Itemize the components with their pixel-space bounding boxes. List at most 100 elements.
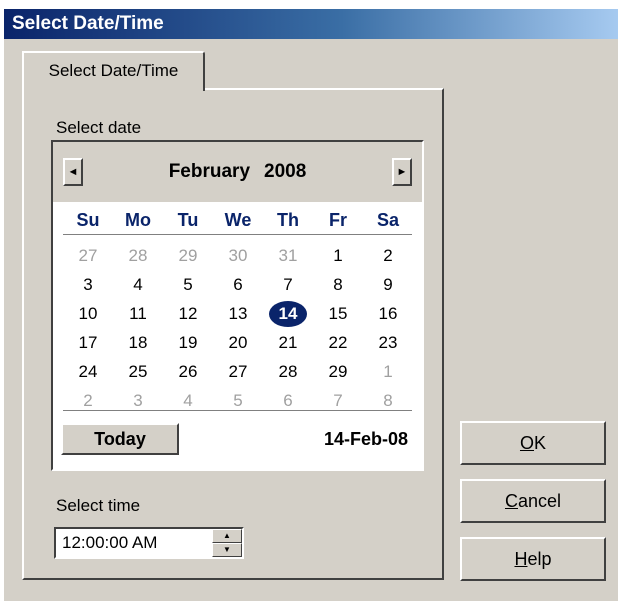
calendar-day[interactable]: 3: [113, 387, 163, 415]
day-number: 29: [328, 362, 348, 381]
cancel-mnemonic: C: [504, 491, 518, 511]
calendar-day[interactable]: 6: [213, 271, 263, 299]
calendar-day[interactable]: 1: [313, 242, 363, 270]
day-number: 9: [383, 275, 393, 294]
day-number: 17: [78, 333, 98, 352]
calendar-day[interactable]: 9: [363, 271, 413, 299]
calendar-day[interactable]: 7: [263, 271, 313, 299]
title-bar: Select Date/Time: [4, 9, 618, 39]
day-number: 7: [333, 391, 343, 410]
ok-label-rest: K: [534, 433, 547, 453]
calendar-day[interactable]: 19: [163, 329, 213, 357]
day-number: 31: [278, 246, 298, 265]
ok-mnemonic: O: [519, 433, 534, 453]
calendar-day[interactable]: 8: [313, 271, 363, 299]
calendar-day[interactable]: 16: [363, 300, 413, 328]
day-number: 25: [128, 362, 148, 381]
calendar-day[interactable]: 13: [213, 300, 263, 328]
prev-month-button[interactable]: ◄: [63, 158, 83, 186]
calendar-day[interactable]: 8: [363, 387, 413, 415]
calendar-day[interactable]: 18: [113, 329, 163, 357]
month-year-title: February 2008: [53, 142, 422, 202]
day-number: 27: [78, 246, 98, 265]
calendar-day[interactable]: 17: [63, 329, 113, 357]
calendar-day[interactable]: 1: [363, 358, 413, 386]
weekday-header: Sa: [376, 210, 400, 230]
calendar-day[interactable]: 29: [163, 242, 213, 270]
day-number: 13: [228, 304, 248, 323]
calendar-day[interactable]: 6: [263, 387, 313, 415]
day-number: 6: [233, 275, 243, 294]
year-value: 2008: [264, 161, 307, 182]
calendar-day[interactable]: 15: [313, 300, 363, 328]
calendar-day[interactable]: 28: [263, 358, 313, 386]
calendar-header: February 2008 ◄ ►: [53, 142, 422, 202]
time-spinner[interactable]: ▲ ▼: [212, 529, 242, 557]
day-number: 8: [383, 391, 393, 410]
day-number: 29: [178, 246, 198, 265]
help-label-rest: elp: [527, 549, 552, 569]
day-number: 2: [83, 391, 93, 410]
cancel-button[interactable]: Cancel: [460, 479, 606, 523]
select-time-label: Select time: [56, 496, 141, 515]
calendar-day[interactable]: 30: [213, 242, 263, 270]
calendar-day[interactable]: 20: [213, 329, 263, 357]
day-number: 8: [333, 275, 343, 294]
help-mnemonic: H: [514, 549, 528, 569]
spin-up-button[interactable]: ▲: [212, 529, 242, 543]
calendar-day[interactable]: 7: [313, 387, 363, 415]
calendar-day[interactable]: 28: [113, 242, 163, 270]
day-number: 19: [178, 333, 198, 352]
calendar-day[interactable]: 11: [113, 300, 163, 328]
calendar-day[interactable]: 31: [263, 242, 313, 270]
day-number: 6: [283, 391, 293, 410]
time-input[interactable]: 12:00:00 AM ▲ ▼: [54, 527, 244, 559]
calendar-day[interactable]: 4: [163, 387, 213, 415]
calendar-day[interactable]: 3: [63, 271, 113, 299]
calendar-day[interactable]: 4: [113, 271, 163, 299]
calendar-day[interactable]: 10: [63, 300, 113, 328]
day-number: 5: [183, 275, 193, 294]
calendar-day[interactable]: 2: [363, 242, 413, 270]
calendar-day[interactable]: 12: [163, 300, 213, 328]
help-button[interactable]: Help: [460, 537, 606, 581]
day-number: 22: [328, 333, 348, 352]
calendar-day[interactable]: 27: [63, 242, 113, 270]
calendar-day[interactable]: 23: [363, 329, 413, 357]
day-number: 30: [228, 246, 248, 265]
calendar-day[interactable]: 5: [213, 387, 263, 415]
calendar-day[interactable]: 29: [313, 358, 363, 386]
calendar-day-selected[interactable]: 14: [263, 300, 313, 328]
day-number: 4: [133, 275, 143, 294]
today-button[interactable]: Today: [61, 423, 179, 455]
cancel-label-rest: ancel: [517, 491, 562, 511]
tab-select-date-time[interactable]: Select Date/Time: [22, 51, 205, 91]
calendar-day[interactable]: 24: [63, 358, 113, 386]
weekday-divider: [63, 234, 412, 235]
day-number: 1: [383, 362, 393, 381]
day-number: 3: [83, 275, 93, 294]
calendar-day[interactable]: 27: [213, 358, 263, 386]
day-number: 15: [328, 304, 348, 323]
calendar-day[interactable]: 5: [163, 271, 213, 299]
calendar-day[interactable]: 21: [263, 329, 313, 357]
calendar-day[interactable]: 26: [163, 358, 213, 386]
day-number: 10: [78, 304, 98, 323]
calendar-day[interactable]: 2: [63, 387, 113, 415]
calendar-day[interactable]: 25: [113, 358, 163, 386]
day-number: 4: [183, 391, 193, 410]
weekday-header: We: [224, 210, 252, 230]
triangle-up-icon: ▲: [223, 531, 231, 540]
weekday-header: Tu: [177, 210, 199, 230]
calendar: February 2008 ◄ ► Today 14-Feb-08 Su Mo Tu W…: [51, 140, 424, 471]
day-number: 11: [129, 304, 147, 323]
day-number: 27: [228, 362, 248, 381]
calendar-day[interactable]: 22: [313, 329, 363, 357]
triangle-down-icon: ▼: [223, 545, 231, 554]
month-name: February: [168, 161, 251, 182]
next-month-button[interactable]: ►: [392, 158, 412, 186]
spin-down-button[interactable]: ▼: [212, 543, 242, 557]
weekday-header: Su: [76, 210, 100, 230]
weekday-header: Mo: [125, 210, 151, 230]
ok-button[interactable]: OK: [460, 421, 606, 465]
